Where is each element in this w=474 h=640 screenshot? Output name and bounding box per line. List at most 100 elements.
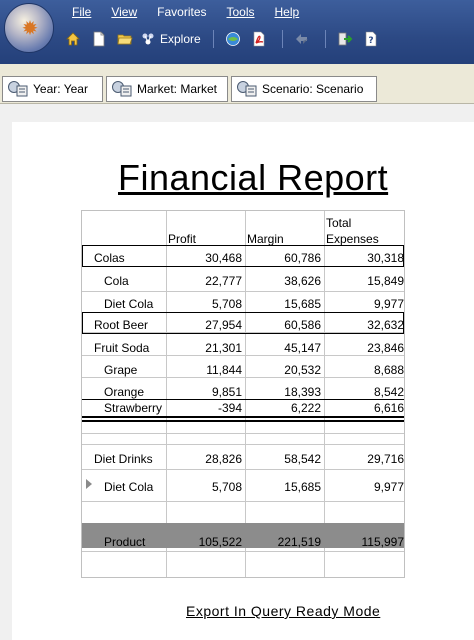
refresh-icon bbox=[295, 34, 308, 44]
toolbar-separator bbox=[324, 30, 326, 48]
open-folder-button[interactable] bbox=[114, 28, 136, 50]
pov-market-button[interactable]: Market: Market bbox=[106, 76, 228, 102]
logo-star-icon: ✹ bbox=[21, 18, 39, 40]
dimension-icon bbox=[237, 81, 257, 97]
cell-total: 29,716 bbox=[367, 452, 404, 466]
pov-year-label: Year: Year bbox=[33, 82, 88, 96]
grid-row-line bbox=[82, 291, 404, 292]
row-label: Product bbox=[104, 535, 146, 549]
pdf-export-button[interactable] bbox=[248, 28, 270, 50]
cell-total: 30,318 bbox=[367, 251, 404, 265]
web-analysis-button[interactable] bbox=[222, 28, 244, 50]
row-separator bbox=[82, 399, 404, 400]
cell-margin: 221,519 bbox=[277, 535, 321, 549]
menu-help[interactable]: Help bbox=[265, 2, 310, 22]
row-label: Cola bbox=[104, 274, 129, 288]
cell-total: 8,542 bbox=[373, 385, 404, 399]
refresh-button[interactable] bbox=[291, 28, 313, 50]
section-double-line bbox=[82, 416, 404, 418]
row-label: Grape bbox=[104, 363, 138, 377]
cell-total: 15,849 bbox=[367, 274, 404, 288]
row-label: Fruit Soda bbox=[94, 341, 150, 355]
menu-bar: File View Favorites Tools Help bbox=[62, 2, 309, 22]
grid-row-line bbox=[82, 551, 404, 552]
cell-total: 115,997 bbox=[361, 535, 405, 549]
home-icon bbox=[66, 32, 80, 46]
cell-profit: 9,851 bbox=[211, 385, 242, 399]
cell-margin: 20,532 bbox=[284, 363, 321, 377]
grid-row-line bbox=[82, 355, 404, 356]
cell-margin: 15,685 bbox=[284, 297, 321, 311]
cell-profit: 105,522 bbox=[198, 535, 242, 549]
cell-margin: 38,626 bbox=[284, 274, 321, 288]
cell-total: 6,616 bbox=[373, 401, 404, 415]
cell-margin: 18,393 bbox=[284, 385, 321, 399]
new-document-button[interactable] bbox=[88, 28, 110, 50]
cell-profit: 21,301 bbox=[205, 341, 242, 355]
help-icon: ? bbox=[365, 31, 376, 47]
pov-scenario-label: Scenario: Scenario bbox=[262, 82, 364, 96]
row-label: Strawberry bbox=[104, 401, 163, 415]
grid-row-line bbox=[82, 433, 404, 434]
row-label: Orange bbox=[104, 385, 145, 399]
header-margin: Margin bbox=[247, 232, 284, 246]
cell-total: 8,688 bbox=[373, 363, 404, 377]
menu-file-label: File bbox=[72, 5, 92, 19]
app-logo[interactable]: ✹ bbox=[4, 3, 54, 53]
header-profit: Profit bbox=[168, 232, 197, 246]
expand-arrow-icon[interactable] bbox=[86, 479, 92, 489]
home-button[interactable] bbox=[62, 28, 84, 50]
header-total-line1: Total bbox=[326, 216, 352, 230]
report-title: Financial Report bbox=[118, 157, 389, 198]
app-header: ✹ File View Favorites Tools Help Explore… bbox=[0, 0, 474, 64]
dimension-icon bbox=[112, 81, 132, 97]
pdf-icon bbox=[253, 31, 264, 47]
row-label: Diet Drinks bbox=[94, 452, 153, 466]
pov-scenario-button[interactable]: Scenario: Scenario bbox=[231, 76, 377, 102]
report-grid: Profit Margin Total Expenses Colas 30,46… bbox=[81, 210, 405, 578]
logout-button[interactable] bbox=[334, 28, 356, 50]
menu-favorites-label: Favorites bbox=[157, 5, 207, 19]
explore-label: Explore bbox=[160, 32, 201, 46]
toolbar: Explore ? bbox=[62, 26, 386, 52]
cell-total: 9,977 bbox=[373, 297, 404, 311]
cell-profit: -394 bbox=[217, 401, 242, 415]
new-document-icon bbox=[93, 31, 105, 47]
pov-market-label: Market: Market bbox=[137, 82, 218, 96]
cell-margin: 15,685 bbox=[284, 480, 321, 494]
explore-button[interactable]: Explore bbox=[140, 28, 201, 50]
grid-row-line bbox=[82, 501, 404, 502]
menu-file[interactable]: File bbox=[62, 2, 101, 22]
svg-text:?: ? bbox=[368, 36, 373, 46]
cell-profit: 30,468 bbox=[205, 251, 242, 265]
grid-row-line bbox=[82, 377, 404, 378]
export-query-ready-link[interactable]: Export In Query Ready Mode bbox=[186, 603, 380, 619]
help-button[interactable]: ? bbox=[360, 28, 382, 50]
cell-profit: 22,777 bbox=[205, 274, 242, 288]
cell-total: 32,632 bbox=[367, 318, 404, 332]
cell-margin: 45,147 bbox=[284, 341, 321, 355]
cell-profit: 28,826 bbox=[205, 452, 242, 466]
menu-view[interactable]: View bbox=[101, 2, 147, 22]
grid-row-line bbox=[82, 444, 404, 445]
section-double-line bbox=[82, 420, 404, 422]
menu-tools-label: Tools bbox=[226, 5, 255, 19]
menu-help-label: Help bbox=[274, 5, 300, 19]
row-label: Diet Cola bbox=[104, 480, 154, 494]
cell-margin: 6,222 bbox=[290, 401, 321, 415]
row-label: Colas bbox=[94, 251, 125, 265]
header-total-line2: Expenses bbox=[326, 232, 379, 246]
cell-profit: 5,708 bbox=[211, 480, 242, 494]
grid-row-line bbox=[82, 469, 404, 470]
cell-profit: 11,844 bbox=[206, 363, 242, 377]
row-label: Root Beer bbox=[94, 318, 149, 332]
menu-favorites[interactable]: Favorites bbox=[147, 2, 216, 22]
cell-profit: 27,954 bbox=[205, 318, 242, 332]
open-folder-icon bbox=[117, 34, 133, 45]
globe-icon bbox=[225, 32, 240, 46]
explore-icon bbox=[142, 33, 154, 45]
logout-icon bbox=[338, 32, 353, 46]
pov-year-button[interactable]: Year: Year bbox=[2, 76, 103, 102]
menu-tools[interactable]: Tools bbox=[217, 2, 265, 22]
cell-total: 9,977 bbox=[373, 480, 404, 494]
